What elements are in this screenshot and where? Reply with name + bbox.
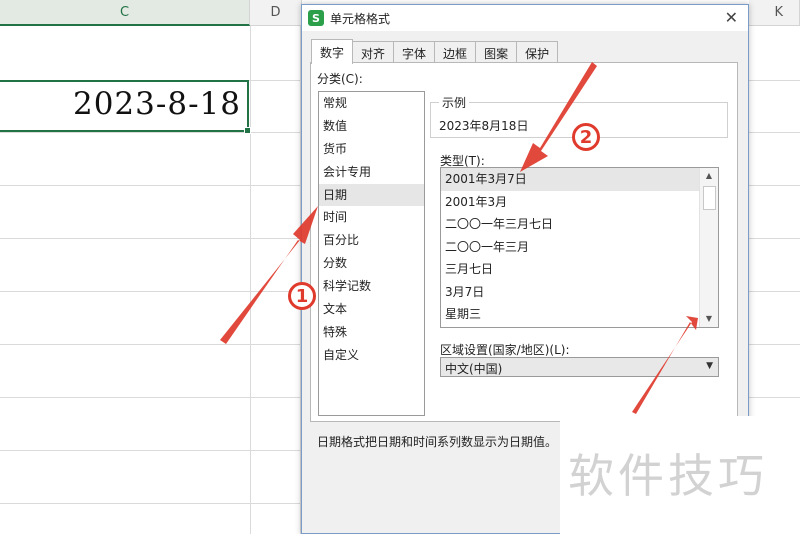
type-item[interactable]: 星期三 <box>441 303 701 326</box>
sample-group: 示例 2023年8月18日 <box>430 94 728 138</box>
type-item[interactable]: 3月7日 <box>441 281 701 304</box>
type-item[interactable]: 二〇〇一年三月 <box>441 236 701 259</box>
tab-protection[interactable]: 保护 <box>516 41 559 64</box>
tab-border[interactable]: 边框 <box>434 41 477 64</box>
locale-select[interactable]: 中文(中国) ▼ <box>440 357 719 377</box>
locale-label: 区域设置(国家/地区)(L): <box>440 343 570 357</box>
selected-cell[interactable]: 2023-8-18 <box>0 80 251 134</box>
close-icon[interactable]: ✕ <box>725 8 738 27</box>
scroll-up-icon[interactable]: ▲ <box>700 168 718 184</box>
fill-handle[interactable] <box>244 127 251 134</box>
format-description: 日期格式把日期和时间系列数显示为日期值。 <box>317 435 558 449</box>
wps-app-icon: S <box>308 10 324 26</box>
category-item[interactable]: 文本 <box>319 298 424 321</box>
type-item[interactable]: 2001年3月 <box>441 191 701 214</box>
dialog-tabs: 数字 对齐 字体 边框 图案 保护 <box>311 39 559 64</box>
category-item[interactable]: 特殊 <box>319 321 424 344</box>
type-item[interactable]: 二〇〇一年三月七日 <box>441 213 701 236</box>
locale-value: 中文(中国) <box>445 362 503 376</box>
type-item-selected[interactable]: 2001年3月7日 <box>441 168 701 191</box>
scroll-down-icon[interactable]: ▼ <box>700 311 718 327</box>
category-item[interactable]: 数值 <box>319 115 424 138</box>
column-header-d[interactable]: D <box>250 0 302 26</box>
cell-value: 2023-8-18 <box>72 86 241 122</box>
category-item[interactable]: 自定义 <box>319 344 424 367</box>
column-header-k[interactable]: K <box>749 0 800 26</box>
type-list-scrollbar[interactable]: ▲ ▼ <box>699 168 718 327</box>
category-item[interactable]: 百分比 <box>319 229 424 252</box>
category-item[interactable]: 时间 <box>319 206 424 229</box>
category-item[interactable]: 常规 <box>319 92 424 115</box>
sample-legend: 示例 <box>439 94 470 111</box>
category-label: 分类(C): <box>317 72 363 86</box>
category-item[interactable]: 货币 <box>319 138 424 161</box>
tab-alignment[interactable]: 对齐 <box>352 41 395 64</box>
sample-value: 2023年8月18日 <box>439 119 529 133</box>
column-header-c[interactable]: C <box>0 0 250 26</box>
category-list[interactable]: 常规 数值 货币 会计专用 日期 时间 百分比 分数 科学记数 文本 特殊 自定… <box>318 91 425 416</box>
format-cells-dialog: S 单元格格式 ✕ 数字 对齐 字体 边框 图案 保护 分类(C): 常规 数值… <box>301 4 749 534</box>
tab-font[interactable]: 字体 <box>393 41 436 64</box>
category-item-date[interactable]: 日期 <box>319 183 424 207</box>
category-item[interactable]: 科学记数 <box>319 275 424 298</box>
tab-pattern[interactable]: 图案 <box>475 41 518 64</box>
dialog-titlebar[interactable]: S 单元格格式 ✕ <box>302 5 748 31</box>
dropdown-arrow-icon: ▼ <box>706 361 713 371</box>
type-list[interactable]: 2001年3月7日 2001年3月 二〇〇一年三月七日 二〇〇一年三月 三月七日… <box>440 167 719 328</box>
number-tab-panel: 分类(C): 常规 数值 货币 会计专用 日期 时间 百分比 分数 科学记数 文… <box>310 62 738 422</box>
category-item[interactable]: 分数 <box>319 252 424 275</box>
type-item[interactable]: 三月七日 <box>441 258 701 281</box>
column-divider <box>250 26 251 534</box>
category-item[interactable]: 会计专用 <box>319 161 424 184</box>
scroll-thumb[interactable] <box>703 186 716 210</box>
dialog-title: 单元格格式 <box>330 11 391 26</box>
tab-number[interactable]: 数字 <box>311 39 354 64</box>
